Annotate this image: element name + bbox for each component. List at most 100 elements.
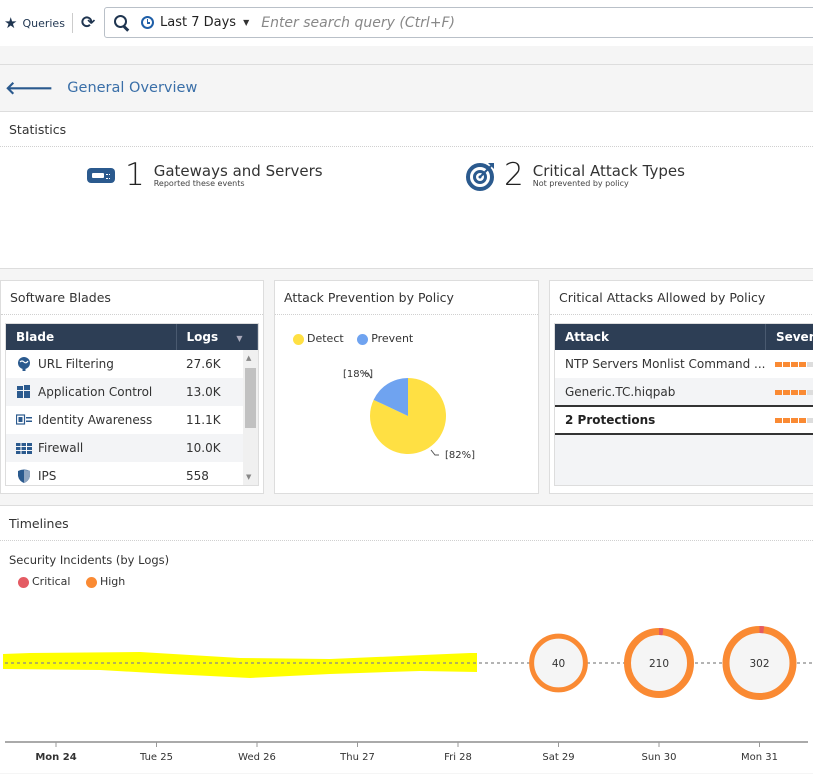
queries-label: Queries	[22, 17, 64, 30]
target-icon	[466, 161, 496, 191]
top-toolbar: ★ Queries ⟳ Last 7 Days ▼	[0, 0, 813, 46]
x-tick-label: Fri 28	[444, 752, 472, 763]
timeline-bubble[interactable]: 40	[532, 636, 586, 690]
stat-sublabel: Not prevented by policy	[533, 179, 685, 188]
severity-segment-off	[807, 418, 813, 423]
table-row[interactable]: Identity Awareness 11.1K	[6, 406, 258, 434]
severity-segment-on	[783, 390, 790, 395]
chart-title: Security Incidents (by Logs)	[9, 553, 169, 567]
severity-segment-on	[799, 418, 806, 423]
bubble-value: 302	[749, 658, 769, 670]
x-tick-label: Sun 30	[642, 752, 677, 763]
timelines-section: Timelines Security Incidents (by Logs) C…	[0, 505, 813, 773]
timeline-bubble[interactable]: 210	[627, 631, 690, 694]
severity-segment-on	[791, 418, 798, 423]
x-tick-label: Thu 27	[339, 752, 375, 763]
total-label: 2 Protections	[555, 406, 765, 434]
column-header-logs[interactable]: Logs ▼	[176, 324, 258, 350]
stat-gateways[interactable]: 1 Gateways and Servers Reported these ev…	[87, 160, 323, 191]
toolbar-divider	[72, 13, 73, 33]
critical-attacks-panel: Critical Attacks Allowed by Policy Attac…	[549, 280, 813, 494]
x-tick-label: Wed 26	[238, 752, 276, 763]
stat-critical-attacks[interactable]: 2 Critical Attack Types Not prevented by…	[466, 160, 685, 191]
severity-cell	[765, 378, 813, 406]
pie-label-prevent: [18%]	[343, 369, 373, 380]
blades-scrollbar[interactable]: ▲ ▼	[243, 350, 258, 485]
blade-name: Application Control	[38, 385, 152, 399]
bubble-value: 40	[552, 658, 565, 670]
severity-segment-off	[807, 362, 813, 367]
x-tick-label: Tue 25	[139, 752, 173, 763]
application-control-icon	[16, 385, 32, 399]
caret-down-icon: ▼	[243, 18, 249, 27]
x-tick-label: Mon 31	[741, 752, 778, 763]
refresh-icon[interactable]: ⟳	[81, 13, 95, 33]
table-row[interactable]: NTP Servers Monlist Command ...	[555, 350, 813, 378]
panel-title: Attack Prevention by Policy	[275, 281, 538, 315]
severity-cell	[765, 350, 813, 378]
legend-item-critical[interactable]: Critical	[18, 575, 74, 588]
critical-attacks-table: Attack Severity NTP Servers Monlist Comm…	[554, 323, 813, 486]
column-header-severity[interactable]: Severity	[765, 324, 813, 350]
table-total-row: 2 Protections	[555, 406, 813, 434]
legend-item-high[interactable]: High	[86, 575, 125, 588]
severity-segment-on	[791, 362, 798, 367]
table-row[interactable]: URL Filtering 27.6K	[6, 350, 258, 378]
blades-table: Blade Logs ▼ URL Filtering 27.6K	[5, 323, 259, 486]
page-title: General Overview	[67, 80, 197, 96]
timeline-legend: Critical High	[18, 575, 125, 588]
attack-prevention-panel: Attack Prevention by Policy Detect Preve…	[274, 280, 539, 494]
stat-count: 1	[125, 160, 145, 191]
stat-label: Critical Attack Types	[533, 163, 685, 180]
blade-name: Firewall	[38, 441, 83, 455]
legend-label: High	[100, 575, 125, 588]
statistics-title: Statistics	[0, 112, 813, 147]
severity-segment-on	[775, 390, 782, 395]
clock-icon	[141, 16, 154, 29]
identity-awareness-icon	[16, 413, 32, 427]
column-header-logs-label: Logs	[187, 330, 219, 344]
legend-label: Critical	[32, 575, 70, 588]
back-arrow-icon[interactable]: 🡐	[5, 78, 53, 99]
pie-label-detect: [82%]	[445, 450, 475, 461]
ips-icon	[16, 469, 32, 483]
timeline-bubble[interactable]: 302	[726, 630, 793, 697]
column-header-blade[interactable]: Blade	[6, 324, 176, 350]
severity-segment-on	[799, 390, 806, 395]
pie-chart: [18%] [82%]	[275, 321, 538, 493]
severity-cell	[765, 406, 813, 434]
severity-bar	[775, 390, 813, 395]
search-icon[interactable]	[113, 14, 131, 32]
time-range-dropdown[interactable]: Last 7 Days ▼	[141, 15, 249, 30]
firewall-icon	[16, 441, 32, 455]
scroll-down-icon[interactable]: ▼	[246, 473, 251, 481]
table-row[interactable]: Firewall 10.0K	[6, 434, 258, 462]
search-bar: Last 7 Days ▼	[104, 7, 813, 38]
highlight-redaction	[3, 652, 477, 678]
table-row[interactable]: Application Control 13.0K	[6, 378, 258, 406]
label-leader-detect	[431, 450, 439, 455]
stat-label: Gateways and Servers	[154, 163, 323, 180]
blade-name: URL Filtering	[38, 357, 114, 371]
scroll-up-icon[interactable]: ▲	[246, 354, 251, 362]
severity-segment-on	[775, 418, 782, 423]
severity-segment-on	[783, 418, 790, 423]
bubble-value: 210	[649, 658, 669, 670]
blade-name: Identity Awareness	[38, 413, 152, 427]
severity-segment-on	[799, 362, 806, 367]
timeline-chart: 40210302 Mon 24Tue 25Wed 26Thu 27Fri 28S…	[0, 606, 813, 774]
url-filtering-icon	[16, 357, 32, 371]
severity-segment-on	[791, 390, 798, 395]
time-range-value: Last 7 Days	[160, 15, 236, 30]
table-row[interactable]: IPS 558	[6, 462, 258, 486]
x-tick-label: Sat 29	[542, 752, 574, 763]
table-row[interactable]: Generic.TC.hiqpab	[555, 378, 813, 406]
queries-button[interactable]: ★ Queries	[4, 14, 65, 32]
panel-title: Software Blades	[1, 281, 263, 315]
software-blades-panel: Software Blades Blade Logs ▼	[0, 280, 264, 494]
search-input[interactable]	[261, 15, 701, 31]
scrollbar-thumb[interactable]	[245, 368, 256, 428]
severity-bar	[775, 418, 813, 423]
sort-desc-icon[interactable]: ▼	[236, 334, 242, 343]
column-header-attack[interactable]: Attack	[555, 324, 765, 350]
